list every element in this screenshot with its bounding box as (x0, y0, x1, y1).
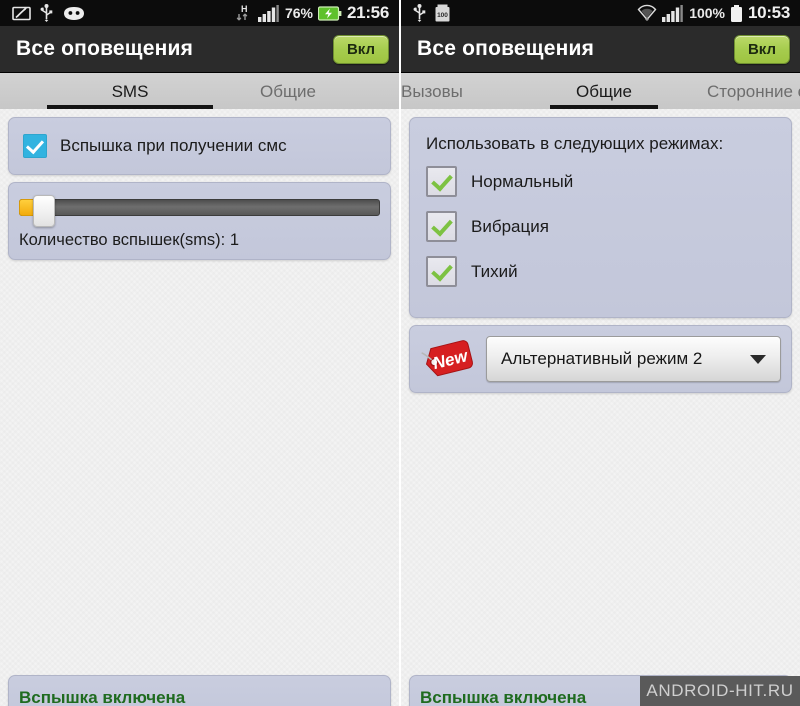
tab-third-party[interactable]: Сторонние с (689, 82, 800, 109)
checkbox-mode-normal[interactable] (426, 166, 457, 197)
master-toggle-button[interactable]: Вкл (733, 34, 790, 64)
mode-silent-label: Тихий (471, 261, 518, 281)
page-title: Все оповещения (16, 37, 194, 60)
dual-screenshot-container: H 76% 21:56 Все оповещения Вкл SMS Общие… (0, 0, 800, 706)
status-message: Вспышка включена (420, 688, 587, 706)
status-bar-left: H 76% 21:56 (0, 0, 399, 26)
status-card-left: Вспышка включена (8, 675, 391, 706)
alternate-mode-dropdown[interactable]: Альтернативный режим 2 (486, 336, 781, 382)
new-badge-icon: New (420, 338, 482, 380)
flash-count-slider[interactable] (19, 195, 380, 227)
modes-title: Использовать в следующих режимах: (426, 134, 724, 153)
cyanogenmod-icon (62, 6, 86, 21)
mode-row-vibration[interactable]: Вибрация (426, 211, 777, 242)
usb-icon (413, 4, 426, 22)
battery-percent-label: 76% (284, 5, 314, 21)
clock-label: 10:53 (748, 3, 790, 22)
status-bar-left-icons (6, 4, 86, 22)
flash-count-card: Количество вспышек(sms): 1 (8, 182, 391, 260)
tab-general[interactable]: Общие (260, 82, 399, 109)
tab-sms[interactable]: SMS (0, 82, 260, 109)
mode-vibration-label: Вибрация (471, 216, 549, 236)
flash-on-sms-label: Вспышка при получении смс (60, 136, 287, 155)
status-bar-right-icons-right-phone: 100% 10:53 (637, 3, 794, 23)
status-bar-right: 100 100% 10:53 (401, 0, 800, 26)
slider-track (19, 199, 380, 216)
alternate-mode-card: New Альтернативный режим 2 (409, 325, 792, 393)
wifi-icon (637, 4, 657, 22)
checkbox-flash-on-sms[interactable] (23, 134, 47, 158)
content-area-left: Вспышка при получении смс Количество всп… (0, 109, 399, 706)
chevron-down-icon (750, 354, 766, 364)
usb-icon (40, 4, 53, 22)
master-toggle-button[interactable]: Вкл (332, 34, 389, 64)
battery-100-icon: 100 (435, 4, 450, 22)
action-bar-right: Все оповещения Вкл (401, 26, 800, 73)
signal-bars-icon (662, 4, 684, 22)
page-title: Все оповещения (417, 37, 595, 60)
checkbox-mode-vibration[interactable] (426, 211, 457, 242)
status-message: Вспышка включена (19, 688, 186, 706)
signal-bars-icon (257, 4, 280, 22)
checkbox-mode-silent[interactable] (426, 256, 457, 287)
alternate-mode-selected-value: Альтернативный режим 2 (501, 349, 703, 368)
screenshot-icon (12, 5, 31, 21)
mode-row-normal[interactable]: Нормальный (426, 166, 777, 197)
status-bar-left-icons-right-phone: 100 (407, 4, 450, 22)
slider-thumb[interactable] (33, 195, 55, 227)
mode-row-silent[interactable]: Тихий (426, 256, 777, 287)
clock-label: 21:56 (347, 3, 389, 22)
tab-calls[interactable]: Вызовы (401, 82, 519, 109)
tab-general[interactable]: Общие (519, 82, 689, 109)
tab-bar-left: SMS Общие (0, 73, 399, 109)
network-type-icon: H (236, 3, 253, 23)
status-bar-right-icons-left-phone: H 76% 21:56 (236, 3, 393, 23)
tab-bar-right: Вызовы Общие Сторонние с (401, 73, 800, 109)
modes-card: Использовать в следующих режимах: Нормал… (409, 117, 792, 318)
svg-text:H: H (241, 4, 248, 14)
watermark: ANDROID-HIT.RU (640, 676, 800, 706)
action-bar-left: Все оповещения Вкл (0, 26, 399, 73)
flash-count-label: Количество вспышек(sms): 1 (19, 231, 240, 249)
battery-charging-icon (317, 5, 342, 21)
content-area-right: Использовать в следующих режимах: Нормал… (401, 109, 800, 706)
sms-flash-card: Вспышка при получении смс (8, 117, 391, 175)
mode-normal-label: Нормальный (471, 171, 574, 191)
battery-percent-label: 100% (689, 5, 726, 21)
phone-screen-right: 100 100% 10:53 Все оповещения Вкл Вызовы… (399, 0, 800, 706)
svg-text:100: 100 (437, 12, 448, 19)
flash-on-sms-row[interactable]: Вспышка при получении смс (9, 118, 390, 174)
battery-full-icon (730, 4, 743, 22)
phone-screen-left: H 76% 21:56 Все оповещения Вкл SMS Общие… (0, 0, 399, 706)
